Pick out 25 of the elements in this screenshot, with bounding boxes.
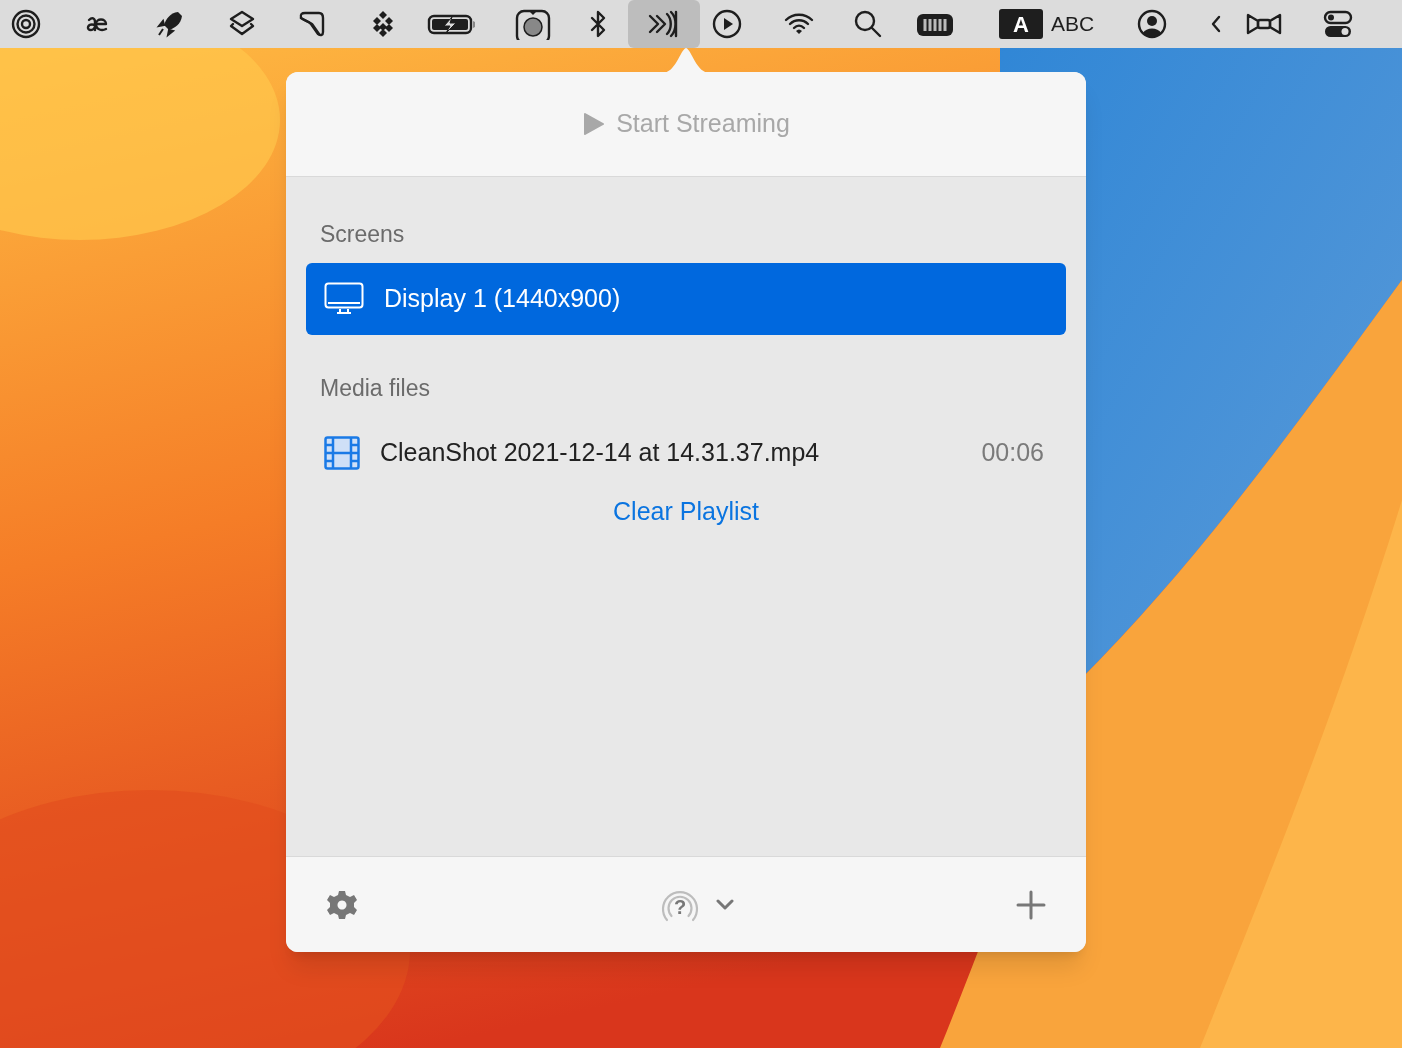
file-name: CleanShot 2021-12-14 at 14.31.37.mp4 xyxy=(380,437,821,469)
device-picker-button[interactable]: ? xyxy=(659,885,735,924)
user-icon xyxy=(1136,8,1169,40)
camera-icon xyxy=(514,8,552,40)
airdrop-icon xyxy=(10,8,42,40)
monitor-icon xyxy=(324,282,364,316)
settings-icon[interactable] xyxy=(326,888,358,921)
display-name: Display 1 (1440x900) xyxy=(384,283,622,315)
toggles-icon xyxy=(1322,8,1355,40)
play-icon xyxy=(711,8,743,40)
film-icon xyxy=(324,436,360,470)
add-icon[interactable] xyxy=(1016,889,1046,920)
search-icon xyxy=(852,8,884,40)
input-source-badge[interactable]: A xyxy=(999,9,1043,39)
chevron-down-icon xyxy=(715,898,735,911)
display-row[interactable]: Display 1 (1440x900) xyxy=(306,263,1066,335)
duration: 00:06 xyxy=(981,437,1044,469)
section-title: Media files xyxy=(319,374,431,403)
media-file-row[interactable]: CleanShot 2021-12-14 at 14.31.37.mp4 00:06 xyxy=(306,423,1066,483)
input-source-label[interactable]: ABC xyxy=(1051,8,1095,40)
clear-playlist-link[interactable]: Clear Playlist xyxy=(613,493,759,531)
question-mark: ? xyxy=(673,896,687,917)
menu-bar-item[interactable] xyxy=(628,0,700,48)
play-icon xyxy=(582,112,605,136)
section-title: Screens xyxy=(319,220,406,249)
